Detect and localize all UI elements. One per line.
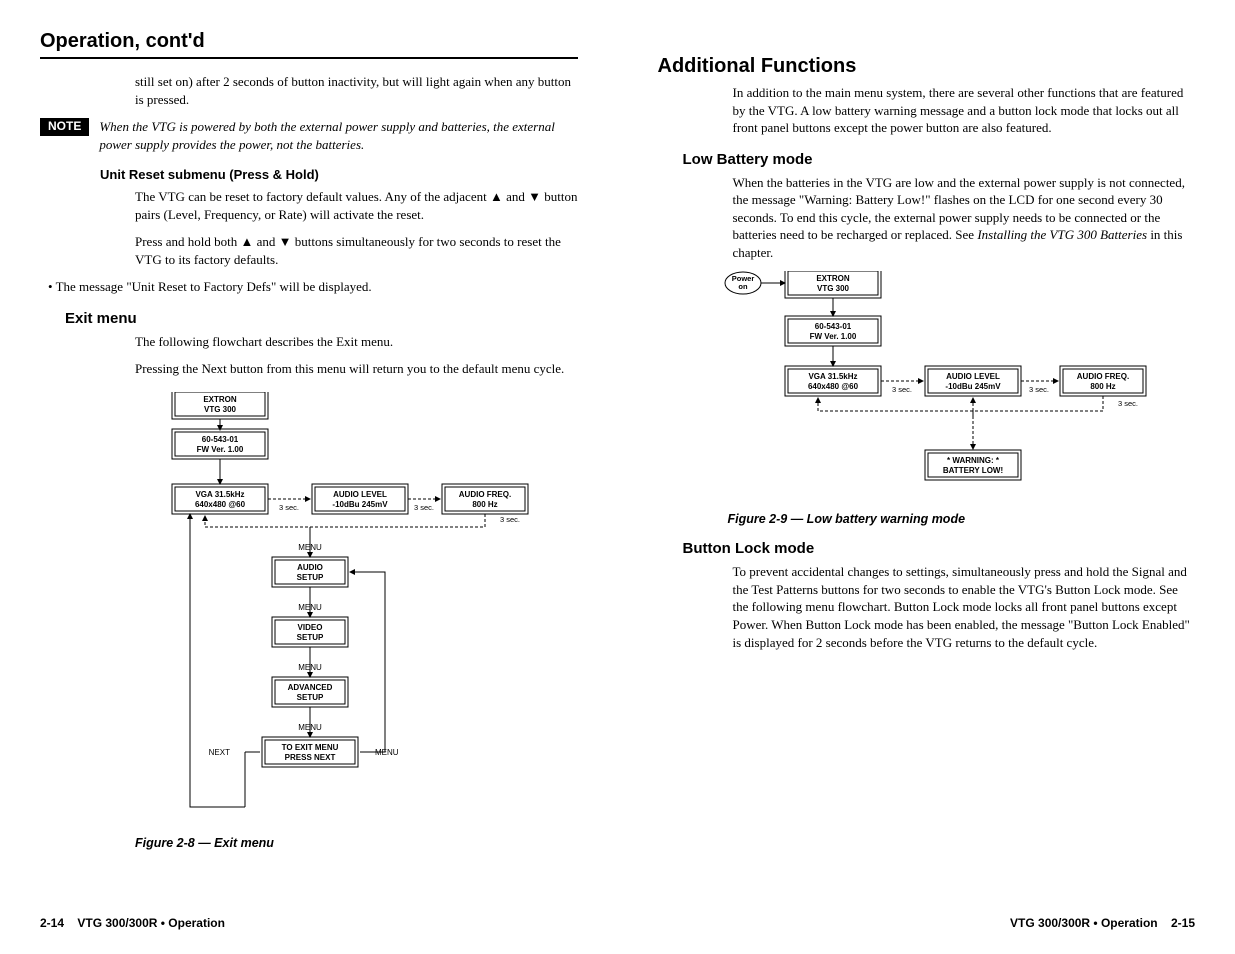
svg-text:FW Ver. 1.00: FW Ver. 1.00	[809, 332, 856, 341]
svg-text:800 Hz: 800 Hz	[1090, 382, 1115, 391]
svg-text:640x480 @60: 640x480 @60	[195, 500, 246, 509]
svg-text:SETUP: SETUP	[297, 573, 324, 582]
svg-text:MENU: MENU	[298, 543, 322, 552]
figure-2-8-caption: Figure 2-8 — Exit menu	[135, 836, 578, 850]
svg-text:3 sec.: 3 sec.	[891, 385, 911, 394]
svg-text:60-543-01: 60-543-01	[202, 435, 239, 444]
paragraph: The following flowchart describes the Ex…	[135, 333, 578, 351]
svg-text:3 sec.: 3 sec.	[1118, 399, 1138, 408]
figure-2-9-diagram: Power on EXTRON VTG 300 60-543-01 FW Ver…	[723, 271, 1196, 500]
page-number-left: 2-14	[40, 916, 64, 930]
svg-text:VIDEO: VIDEO	[298, 623, 323, 632]
svg-text:TO EXIT MENU: TO EXIT MENU	[282, 743, 339, 752]
svg-text:PRESS NEXT: PRESS NEXT	[285, 753, 336, 762]
svg-text:BATTERY LOW!: BATTERY LOW!	[942, 466, 1002, 475]
svg-text:AUDIO LEVEL: AUDIO LEVEL	[333, 490, 387, 499]
bullet-item: • The message "Unit Reset to Factory Def…	[60, 278, 578, 296]
svg-text:AUDIO FREQ.: AUDIO FREQ.	[459, 490, 511, 499]
figure-2-8-diagram: EXTRON VTG 300 60-543-01 FW Ver. 1.00 VG	[135, 392, 578, 826]
svg-text:60-543-01: 60-543-01	[814, 322, 851, 331]
svg-text:* WARNING: *: * WARNING: *	[947, 456, 1000, 465]
svg-text:800 Hz: 800 Hz	[472, 500, 497, 509]
note-badge: NOTE	[40, 118, 89, 136]
footer-title-left: VTG 300/300R • Operation	[77, 916, 225, 930]
svg-text:640x480 @60: 640x480 @60	[807, 382, 858, 391]
svg-text:3 sec.: 3 sec.	[414, 503, 434, 512]
svg-text:SETUP: SETUP	[297, 693, 324, 702]
svg-text:MENU: MENU	[298, 603, 322, 612]
heading-additional-functions: Additional Functions	[658, 55, 1196, 78]
paragraph: still set on) after 2 seconds of button …	[135, 73, 578, 108]
svg-text:on: on	[738, 282, 748, 291]
paragraph: Press and hold both ▲ and ▼ buttons simu…	[135, 233, 578, 268]
footer-title-right: VTG 300/300R • Operation	[1010, 916, 1158, 930]
svg-text:3 sec.: 3 sec.	[500, 515, 520, 524]
note-text: When the VTG is powered by both the exte…	[99, 118, 577, 153]
svg-text:MENU: MENU	[298, 663, 322, 672]
svg-text:ADVANCED: ADVANCED	[288, 683, 333, 692]
paragraph: Pressing the Next button from this menu …	[135, 360, 578, 378]
svg-text:EXTRON: EXTRON	[816, 274, 850, 283]
figure-2-9-caption: Figure 2-9 — Low battery warning mode	[728, 512, 1196, 526]
svg-text:VTG 300: VTG 300	[204, 405, 237, 414]
svg-text:SETUP: SETUP	[297, 633, 324, 642]
running-header: Operation, cont'd	[40, 30, 578, 59]
paragraph: When the batteries in the VTG are low an…	[733, 174, 1196, 262]
svg-text:MENU: MENU	[298, 723, 322, 732]
svg-text:NEXT: NEXT	[209, 748, 230, 757]
svg-text:AUDIO LEVEL: AUDIO LEVEL	[946, 372, 1000, 381]
svg-text:FW Ver. 1.00: FW Ver. 1.00	[197, 445, 244, 454]
svg-text:-10dBu 245mV: -10dBu 245mV	[332, 500, 388, 509]
subheading-unit-reset: Unit Reset submenu (Press & Hold)	[100, 167, 578, 182]
svg-text:3 sec.: 3 sec.	[1028, 385, 1048, 394]
page-footer: 2-14 VTG 300/300R • Operation VTG 300/30…	[40, 916, 1195, 930]
svg-text:VGA 31.5kHz: VGA 31.5kHz	[195, 490, 244, 499]
svg-text:MENU: MENU	[375, 748, 399, 757]
paragraph: The VTG can be reset to factory default …	[135, 188, 578, 223]
heading-low-battery: Low Battery mode	[683, 151, 1196, 168]
paragraph: In addition to the main menu system, the…	[733, 84, 1196, 137]
page-number-right: 2-15	[1171, 916, 1195, 930]
heading-button-lock: Button Lock mode	[683, 540, 1196, 557]
svg-text:AUDIO FREQ.: AUDIO FREQ.	[1076, 372, 1128, 381]
paragraph: To prevent accidental changes to setting…	[733, 563, 1196, 651]
svg-text:VGA 31.5kHz: VGA 31.5kHz	[808, 372, 857, 381]
heading-exit-menu: Exit menu	[65, 310, 578, 327]
svg-text:VTG 300: VTG 300	[816, 284, 849, 293]
svg-text:3 sec.: 3 sec.	[279, 503, 299, 512]
right-column: Additional Functions In addition to the …	[658, 30, 1196, 850]
svg-text:-10dBu 245mV: -10dBu 245mV	[945, 382, 1001, 391]
svg-text:AUDIO: AUDIO	[297, 563, 323, 572]
left-column: Operation, cont'd still set on) after 2 …	[40, 30, 578, 850]
svg-text:EXTRON: EXTRON	[203, 395, 237, 404]
note-block: NOTE When the VTG is powered by both the…	[40, 118, 578, 153]
